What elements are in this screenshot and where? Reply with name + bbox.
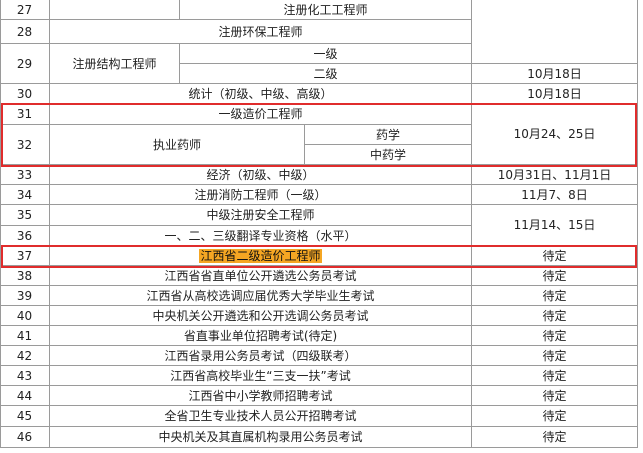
exam-date: 待定 bbox=[472, 346, 638, 366]
row-number: 39 bbox=[0, 286, 50, 306]
exam-date: 10月24、25日 bbox=[472, 104, 638, 165]
exam-name: 中央机关及其直属机构录用公务员考试 bbox=[50, 427, 472, 448]
row-number: 29 bbox=[0, 44, 50, 84]
row-number: 43 bbox=[0, 366, 50, 386]
exam-date: 待定 bbox=[472, 386, 638, 406]
row-number: 27 bbox=[0, 0, 50, 20]
exam-name: 注册化工工程师 bbox=[180, 0, 472, 20]
row-number: 41 bbox=[0, 326, 50, 346]
row-number: 28 bbox=[0, 20, 50, 44]
exam-name: 全省卫生专业技术人员公开招聘考试 bbox=[50, 406, 472, 427]
exam-date: 待定 bbox=[472, 286, 638, 306]
exam-date: 待定 bbox=[472, 406, 638, 427]
row-blank-cell bbox=[50, 0, 180, 20]
exam-name: 江西省中小学教师招聘考试 bbox=[50, 386, 472, 406]
exam-date: 待定 bbox=[472, 266, 638, 286]
exam-name-highlighted: 江西省二级造价工程师 bbox=[199, 248, 322, 263]
exam-date: 待定 bbox=[472, 246, 638, 266]
row-number: 40 bbox=[0, 306, 50, 326]
exam-date: 10月18日 bbox=[472, 64, 638, 84]
exam-date: 待定 bbox=[472, 366, 638, 386]
exam-name: 注册结构工程师 bbox=[50, 44, 180, 84]
row-number: 34 bbox=[0, 185, 50, 205]
row-number: 35 bbox=[0, 205, 50, 226]
row-number: 38 bbox=[0, 266, 50, 286]
exam-date: 待定 bbox=[472, 427, 638, 448]
exam-name: 注册消防工程师（一级） bbox=[50, 185, 472, 205]
row-number: 37 bbox=[0, 246, 50, 266]
row-number: 46 bbox=[0, 427, 50, 448]
row-number: 33 bbox=[0, 165, 50, 185]
exam-date: 待定 bbox=[472, 326, 638, 346]
exam-sub-level: 一级 bbox=[180, 44, 472, 64]
exam-name: 注册环保工程师 bbox=[50, 20, 472, 44]
exam-date: 待定 bbox=[472, 306, 638, 326]
exam-name: 江西省省直单位公开遴选公务员考试 bbox=[50, 266, 472, 286]
exam-sub-level: 中药学 bbox=[305, 145, 472, 165]
row-number: 45 bbox=[0, 406, 50, 427]
exam-name: 江西省高校毕业生“三支一扶”考试 bbox=[50, 366, 472, 386]
exam-name: 经济（初级、中级） bbox=[50, 165, 472, 185]
row-number: 44 bbox=[0, 386, 50, 406]
exam-name: 中央机关公开遴选和公开选调公务员考试 bbox=[50, 306, 472, 326]
row-number: 32 bbox=[0, 125, 50, 165]
exam-date: 11月7、8日 bbox=[472, 185, 638, 205]
exam-name: 执业药师 bbox=[50, 125, 305, 165]
date-blank-cell bbox=[472, 0, 638, 64]
exam-sub-level: 二级 bbox=[180, 64, 472, 84]
exam-schedule-table: 27 注册化工工程师 28 注册环保工程师 29 注册结构工程师 一级 二级 1… bbox=[0, 0, 643, 453]
exam-name: 江西省录用公务员考试（四级联考） bbox=[50, 346, 472, 366]
exam-name: 统计（初级、中级、高级） bbox=[50, 84, 472, 104]
exam-name: 省直事业单位招聘考试(待定) bbox=[50, 326, 472, 346]
exam-date: 10月18日 bbox=[472, 84, 638, 104]
exam-name: 中级注册安全工程师 bbox=[50, 205, 472, 226]
exam-sub-level: 药学 bbox=[305, 125, 472, 145]
exam-name-cell: 江西省二级造价工程师 bbox=[50, 246, 472, 266]
exam-name: 一级造价工程师 bbox=[50, 104, 472, 125]
row-number: 42 bbox=[0, 346, 50, 366]
exam-date: 11月14、15日 bbox=[472, 205, 638, 246]
exam-name: 一、二、三级翻译专业资格（水平） bbox=[50, 226, 472, 246]
row-number: 30 bbox=[0, 84, 50, 104]
exam-name: 江西省从高校选调应届优秀大学毕业生考试 bbox=[50, 286, 472, 306]
row-number: 36 bbox=[0, 226, 50, 246]
row-number: 31 bbox=[0, 104, 50, 125]
exam-date: 10月31日、11月1日 bbox=[472, 165, 638, 185]
